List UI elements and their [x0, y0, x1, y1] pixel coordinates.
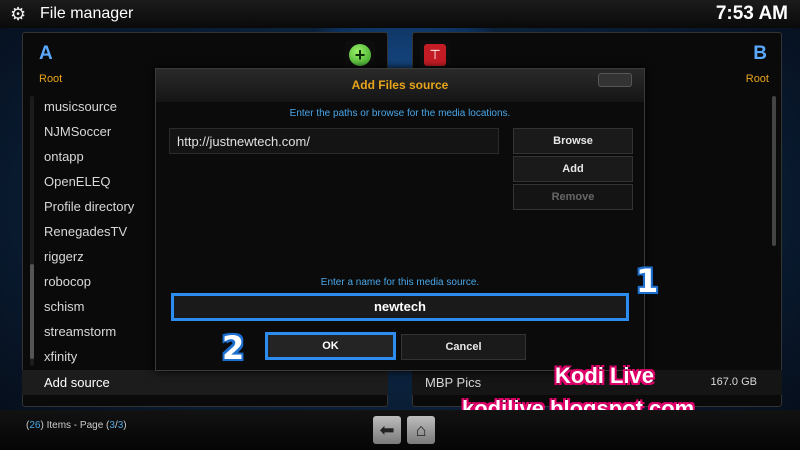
watermark-title: Kodi Live: [555, 363, 655, 388]
scrollbar-thumb[interactable]: [30, 264, 34, 359]
list-item[interactable]: streamstorm: [44, 319, 134, 344]
app-title: File manager: [40, 5, 134, 22]
home-icon[interactable]: ⌂: [407, 416, 435, 444]
clock: 7:53 AM: [715, 3, 788, 24]
add-source-item[interactable]: Add source: [22, 370, 388, 395]
name-instruction: Enter a name for this media source.: [320, 277, 480, 288]
pane-b-letter: B: [753, 43, 767, 64]
pane-a-list: musicsource NJMSoccer ontapp OpenELEQ Pr…: [44, 94, 134, 369]
list-item[interactable]: schism: [44, 294, 134, 319]
list-item[interactable]: musicsource: [44, 94, 134, 119]
pane-a-letter: A: [39, 43, 53, 64]
path-entry[interactable]: http://justnewtech.com/: [177, 134, 310, 149]
add-files-source-dialog: Add Files source Enter the paths or brow…: [155, 68, 645, 371]
bottom-bar: (26) Items - Page (3/3) ⬅ ⌂: [0, 410, 800, 450]
paths-list: http://justnewtech.com/: [169, 128, 499, 154]
plus-glyph: +: [349, 44, 371, 66]
pane-a-root[interactable]: Root: [39, 73, 62, 85]
dialog-title: Add Files source: [351, 78, 449, 92]
browse-button[interactable]: Browse: [513, 128, 633, 154]
pane-a-scrollbar[interactable]: [30, 96, 34, 366]
page-current: 3: [109, 420, 115, 431]
list-item[interactable]: ontapp: [44, 144, 134, 169]
source-name-input[interactable]: newtech: [171, 293, 629, 321]
page-total: 3: [117, 420, 124, 431]
top-bar: ⚙ File manager 7:53 AM: [0, 0, 800, 28]
cancel-button[interactable]: Cancel: [401, 334, 526, 360]
list-item[interactable]: Profile directory: [44, 194, 134, 219]
list-item[interactable]: robocop: [44, 269, 134, 294]
dialog-header: Add Files source: [156, 69, 644, 102]
list-item[interactable]: NJMSoccer: [44, 119, 134, 144]
network-drive-icon[interactable]: ⊤: [420, 40, 450, 70]
back-arrow-icon[interactable]: ⬅: [373, 416, 401, 444]
item-size: 167.0 GB: [710, 376, 757, 388]
list-item[interactable]: RenegadesTV: [44, 219, 134, 244]
pane-b-scrollbar[interactable]: [772, 96, 776, 246]
pane-b-root[interactable]: Root: [746, 73, 769, 85]
items-page-info: (26) Items - Page (3/3): [26, 420, 127, 431]
paths-instruction: Enter the paths or browse for the media …: [289, 108, 511, 119]
plus-circle-icon[interactable]: +: [345, 40, 375, 70]
gear-icon[interactable]: ⚙: [10, 4, 30, 24]
network-glyph: ⊤: [424, 44, 446, 66]
list-item[interactable]: OpenELEQ: [44, 169, 134, 194]
step-marker-1: 1: [636, 262, 659, 300]
remove-button[interactable]: Remove: [513, 184, 633, 210]
list-item[interactable]: riggerz: [44, 244, 134, 269]
close-button[interactable]: [598, 73, 632, 87]
item-name: MBP Pics: [425, 375, 482, 390]
items-count: 26: [29, 420, 41, 431]
list-item[interactable]: xfinity: [44, 344, 134, 369]
ok-button[interactable]: OK: [265, 332, 396, 360]
add-button[interactable]: Add: [513, 156, 633, 182]
step-marker-2: 2: [222, 329, 245, 367]
